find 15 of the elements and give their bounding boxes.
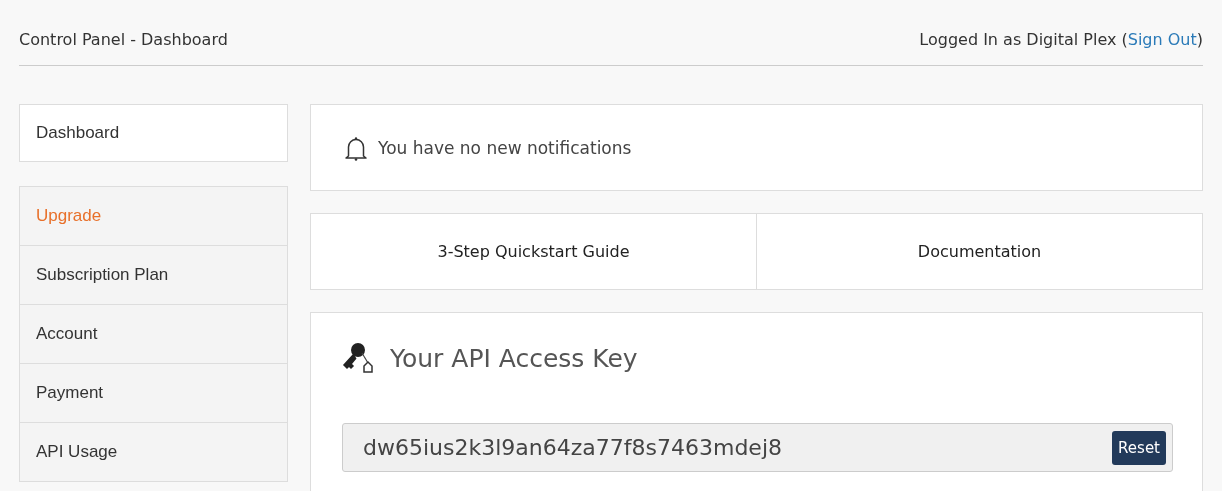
page-title: Control Panel - Dashboard: [19, 29, 228, 49]
sidebar-item[interactable]: Account: [20, 304, 287, 363]
sidebar-item[interactable]: Dashboard: [19, 104, 288, 162]
login-status: Logged In as Digital Plex (Sign Out): [919, 29, 1203, 49]
documentation-link[interactable]: Documentation: [756, 214, 1202, 289]
reset-button[interactable]: Reset: [1112, 430, 1166, 465]
bell-icon: [344, 134, 368, 161]
sign-out-link[interactable]: Sign Out: [1127, 30, 1197, 49]
notification-text: You have no new notifications: [378, 137, 632, 158]
api-key-field[interactable]: dw65ius2k3l9an64za77f8s7463mdej8 Reset: [342, 423, 1173, 472]
sidebar-item[interactable]: Payment: [20, 363, 287, 422]
guide-link[interactable]: 3-Step Quickstart Guide: [311, 214, 756, 289]
sidebar-item[interactable]: API Usage: [20, 422, 287, 481]
sidebar-item[interactable]: Subscription Plan: [20, 245, 287, 304]
api-key-title: Your API Access Key: [390, 343, 638, 373]
